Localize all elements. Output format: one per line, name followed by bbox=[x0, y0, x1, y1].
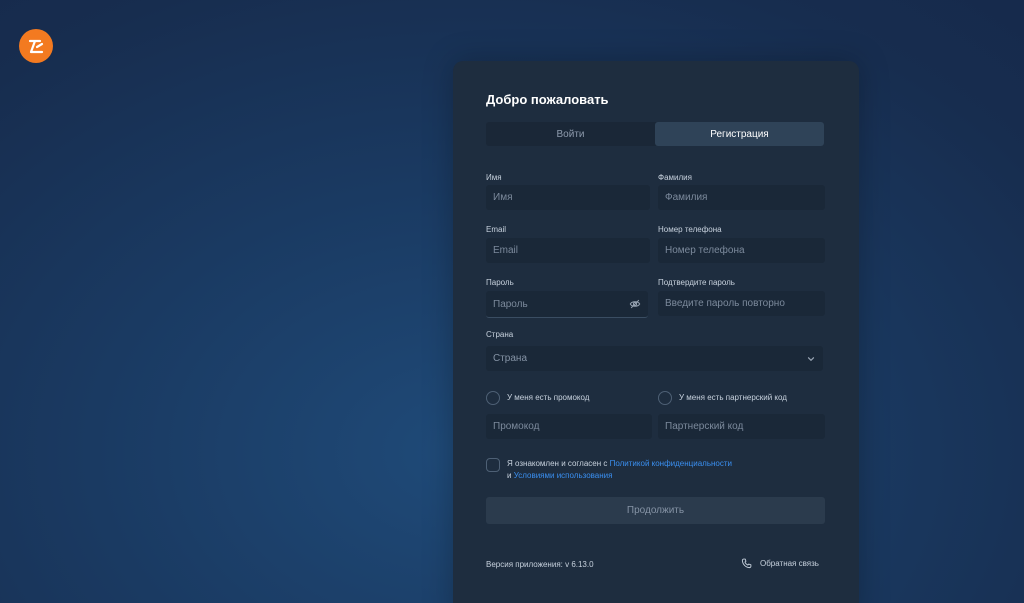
email-label: Email bbox=[486, 225, 507, 234]
last-name-label: Фамилия bbox=[658, 173, 692, 182]
phone-field bbox=[658, 238, 825, 263]
confirm-password-field bbox=[658, 291, 825, 316]
registration-card: Добро пожаловать Войти Регистрация Имя Ф… bbox=[453, 61, 859, 603]
confirm-password-input[interactable] bbox=[665, 298, 818, 309]
partner-code-field bbox=[658, 414, 825, 439]
first-name-input[interactable] bbox=[493, 192, 643, 203]
promo-checkbox-label: У меня есть промокод bbox=[507, 393, 590, 402]
tab-register[interactable]: Регистрация bbox=[655, 122, 824, 146]
country-select[interactable]: Страна bbox=[486, 346, 823, 371]
confirm-password-label: Подтвердите пароль bbox=[658, 278, 735, 287]
auth-tabs: Войти Регистрация bbox=[486, 122, 824, 146]
promo-checkbox[interactable] bbox=[486, 391, 500, 405]
phone-input[interactable] bbox=[665, 245, 818, 256]
password-input[interactable] bbox=[493, 298, 629, 310]
agreement-text: Я ознакомлен и согласен с Политикой конф… bbox=[507, 458, 732, 482]
terms-of-use-link[interactable]: Условиями использования bbox=[514, 471, 613, 480]
promo-code-field bbox=[486, 414, 652, 439]
password-field bbox=[486, 291, 648, 318]
last-name-input[interactable] bbox=[665, 192, 818, 203]
first-name-field bbox=[486, 185, 650, 210]
partner-code-input[interactable] bbox=[665, 421, 818, 432]
feedback-label: Обратная связь bbox=[760, 559, 819, 568]
privacy-policy-link[interactable]: Политикой конфиденциальности bbox=[610, 459, 732, 468]
country-select-value: Страна bbox=[493, 353, 528, 364]
country-label: Страна bbox=[486, 330, 514, 339]
tab-login[interactable]: Войти bbox=[486, 122, 655, 146]
email-field bbox=[486, 238, 650, 263]
password-label: Пароль bbox=[486, 278, 514, 287]
first-name-label: Имя bbox=[486, 173, 502, 182]
agreement-text-part: Я ознакомлен и согласен с bbox=[507, 459, 608, 468]
agreement-checkbox[interactable] bbox=[486, 458, 500, 472]
app-version: Версия приложения: v 6.13.0 bbox=[486, 560, 594, 569]
app-logo-icon[interactable] bbox=[19, 29, 53, 63]
chevron-down-icon bbox=[807, 356, 815, 361]
last-name-field bbox=[658, 185, 825, 210]
continue-button[interactable]: Продолжить bbox=[486, 497, 825, 524]
eye-off-icon[interactable] bbox=[629, 298, 641, 310]
phone-icon bbox=[741, 558, 752, 569]
partner-checkbox-label: У меня есть партнерский код bbox=[679, 393, 787, 402]
promo-code-input[interactable] bbox=[493, 421, 645, 432]
feedback-link[interactable]: Обратная связь bbox=[741, 558, 819, 569]
phone-label: Номер телефона bbox=[658, 225, 722, 234]
agreement-text-part: и bbox=[507, 471, 512, 480]
email-input[interactable] bbox=[493, 245, 643, 256]
page-title: Добро пожаловать bbox=[486, 92, 609, 107]
partner-checkbox[interactable] bbox=[658, 391, 672, 405]
